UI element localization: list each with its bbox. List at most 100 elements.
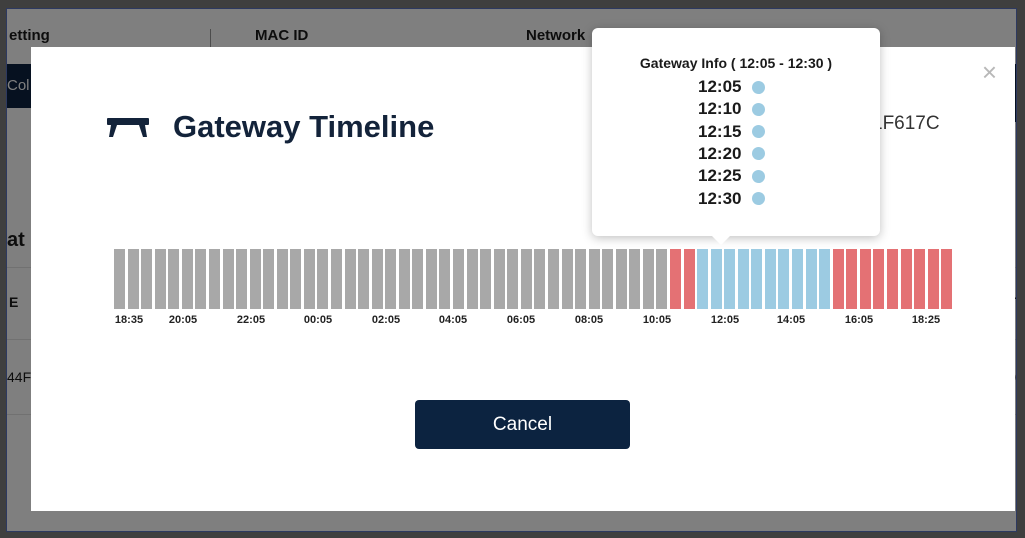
timeline-slot[interactable] <box>141 249 153 309</box>
timeline-slot[interactable] <box>358 249 370 309</box>
timeline-slot[interactable] <box>276 249 288 309</box>
timeline-slot[interactable] <box>520 249 532 309</box>
timeline-slot[interactable] <box>602 249 614 309</box>
gateway-icon <box>107 115 149 139</box>
tooltip-entry: 12:25 <box>698 166 765 186</box>
timeline-slot[interactable] <box>114 249 125 309</box>
timeline-slot[interactable] <box>127 249 139 309</box>
timeline-slot[interactable] <box>493 249 505 309</box>
gateway-info-tooltip: Gateway Info ( 12:05 - 12:30 ) 12:05 12:1… <box>592 28 880 245</box>
status-dot-icon <box>752 147 765 161</box>
timeline-slot[interactable] <box>737 249 749 309</box>
timeline-tick-label: 10:05 <box>642 314 672 326</box>
timeline-slot[interactable] <box>805 249 817 309</box>
timeline-slot[interactable] <box>846 249 858 309</box>
timeline-slot[interactable] <box>941 249 953 309</box>
timeline-slot[interactable] <box>751 249 763 309</box>
timeline-slot[interactable] <box>819 249 831 309</box>
timeline-slot[interactable] <box>331 249 342 309</box>
timeline-slot[interactable] <box>344 249 356 309</box>
timeline-slot[interactable] <box>208 249 220 309</box>
timeline-slot[interactable] <box>303 249 315 309</box>
timeline-slot[interactable] <box>561 249 573 309</box>
timeline-slot[interactable] <box>236 249 247 309</box>
tooltip-entry-time: 12:30 <box>698 188 742 208</box>
timeline-slot[interactable] <box>466 249 478 309</box>
timeline-slot[interactable] <box>249 249 261 309</box>
timeline-slot[interactable] <box>670 249 681 309</box>
cancel-button[interactable]: Cancel <box>415 400 630 449</box>
status-dot-icon <box>752 169 765 183</box>
timeline-tick-label: 00:05 <box>303 314 333 326</box>
timeline-slot[interactable] <box>263 249 275 309</box>
timeline-slot[interactable] <box>683 249 695 309</box>
mac-id-fragment: 1F617C <box>872 113 940 134</box>
timeline-slot[interactable] <box>385 249 397 309</box>
timeline-tick-label: 22:05 <box>236 314 266 326</box>
timeline-tick-label: 04:05 <box>438 314 468 326</box>
timeline-slot[interactable] <box>534 249 546 309</box>
tooltip-entry: 12:20 <box>698 144 765 164</box>
timeline-slot[interactable] <box>778 249 790 309</box>
status-dot-icon <box>752 102 765 116</box>
timeline-tick-label: 20:05 <box>168 314 198 326</box>
timeline-slot[interactable] <box>914 249 925 309</box>
tooltip-title: Gateway Info ( 12:05 - 12:30 ) <box>639 55 833 71</box>
tooltip-arrow <box>711 235 731 245</box>
timeline-slot[interactable] <box>724 249 736 309</box>
status-dot-icon <box>752 192 765 205</box>
timeline-slot[interactable] <box>439 249 451 309</box>
timeline-slot[interactable] <box>290 249 302 309</box>
timeline-slot[interactable] <box>371 249 383 309</box>
timeline-tick-label: 06:05 <box>506 314 536 326</box>
timeline-slot[interactable] <box>886 249 898 309</box>
timeline-slot[interactable] <box>425 249 437 309</box>
timeline-tick-label: 12:05 <box>710 314 740 326</box>
tooltip-entry: 12:05 <box>698 77 765 97</box>
modal-title: Gateway Timeline <box>173 109 435 144</box>
close-icon[interactable]: × <box>982 59 997 85</box>
tooltip-entry-time: 12:20 <box>698 143 742 163</box>
timeline-slot[interactable] <box>412 249 424 309</box>
tooltip-entry-time: 12:05 <box>698 77 742 96</box>
timeline-slot[interactable] <box>656 249 668 309</box>
timeline-slot[interactable] <box>480 249 492 309</box>
tooltip-entry: 12:10 <box>698 99 765 119</box>
timeline-slot[interactable] <box>222 249 234 309</box>
timeline-slot[interactable] <box>792 249 803 309</box>
timeline-slot[interactable] <box>317 249 329 309</box>
timeline-slot[interactable] <box>927 249 939 309</box>
timeline-tick-label: 14:05 <box>776 314 806 326</box>
status-dot-icon <box>752 80 765 94</box>
timeline-slot[interactable] <box>859 249 871 309</box>
timeline-slot[interactable] <box>873 249 885 309</box>
timeline-slot[interactable] <box>697 249 709 309</box>
timeline-slot[interactable] <box>575 249 586 309</box>
timeline-slot[interactable] <box>629 249 641 309</box>
timeline-tick-label: 08:05 <box>574 314 604 326</box>
timeline-tick-label: 02:05 <box>371 314 401 326</box>
timeline-bar-chart <box>114 249 953 309</box>
status-dot-icon <box>752 125 765 139</box>
tooltip-entry-time: 12:15 <box>698 121 742 141</box>
timeline-slot[interactable] <box>642 249 654 309</box>
tooltip-entry-time: 12:25 <box>698 166 742 186</box>
timeline-slot[interactable] <box>168 249 180 309</box>
tooltip-entry-time: 12:10 <box>698 99 742 119</box>
timeline-slot[interactable] <box>832 249 844 309</box>
tooltip-entry: 12:15 <box>698 122 765 142</box>
timeline-slot[interactable] <box>547 249 559 309</box>
timeline-slot[interactable] <box>154 249 166 309</box>
timeline-slot[interactable] <box>710 249 722 309</box>
timeline-slot[interactable] <box>195 249 207 309</box>
timeline-slot[interactable] <box>507 249 519 309</box>
timeline-slot[interactable] <box>398 249 410 309</box>
timeline-slot[interactable] <box>588 249 600 309</box>
timeline-slot[interactable] <box>181 249 193 309</box>
timeline-slot[interactable] <box>453 249 464 309</box>
tooltip-entry: 12:30 <box>698 189 765 209</box>
timeline-slot[interactable] <box>615 249 627 309</box>
timeline-slot[interactable] <box>764 249 776 309</box>
timeline-slot[interactable] <box>900 249 912 309</box>
timeline-tick-label: 18:25 <box>911 314 941 326</box>
